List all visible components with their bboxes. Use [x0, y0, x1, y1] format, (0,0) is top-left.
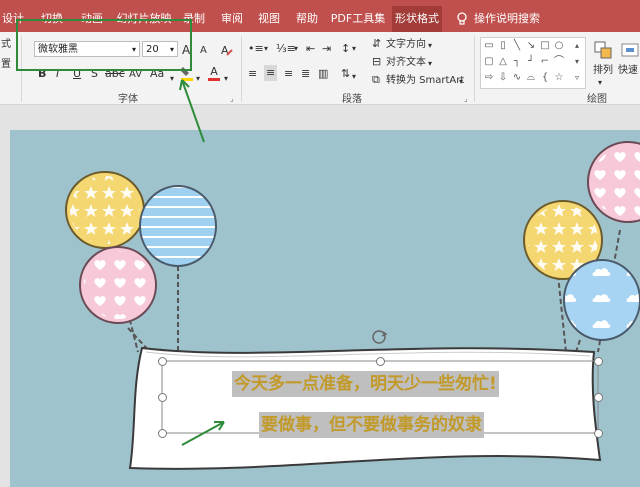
gallery-more-icon[interactable]: ▿ [571, 72, 583, 84]
slide-text-line1[interactable]: 今天多一点准备，明天少一些匆忙! [232, 371, 499, 397]
align-right-icon[interactable]: ≡ [284, 67, 293, 81]
elbow-connector-shape-icon[interactable]: ┐ [511, 56, 523, 68]
align-left-icon[interactable]: ≡ [248, 67, 257, 81]
resize-handle-bottom-left[interactable] [158, 429, 167, 438]
quick-styles-icon [620, 40, 640, 64]
left-stub-line2[interactable]: 置 [1, 58, 11, 72]
gallery-scroll-up-icon[interactable]: ▴ [571, 40, 583, 52]
tab-help[interactable]: 帮助 [291, 6, 323, 32]
resize-handle-right[interactable] [594, 393, 603, 402]
dialog-launcher-icon[interactable]: ⌟ [464, 92, 468, 106]
slide-text-line2[interactable]: 要做事，但不要做事务的奴隶 [259, 412, 484, 438]
elbow-arrow-shape-icon[interactable]: ┘ [525, 56, 537, 68]
chevron-down-icon: ▾ [294, 44, 299, 53]
increase-indent-icon[interactable]: ⇥ [322, 42, 331, 56]
arrange-icon [593, 40, 613, 64]
chevron-shape-icon[interactable]: ⌐ [539, 56, 551, 68]
left-stub-line1[interactable]: 式 [1, 38, 11, 52]
vertical-text-box-shape-icon[interactable]: ▯ [497, 40, 509, 52]
text-box-shape-icon[interactable]: ▭ [483, 40, 495, 52]
rectangle-shape-icon[interactable]: □ [539, 40, 551, 52]
arrange-button[interactable]: 排列 [593, 64, 613, 78]
right-arrow-shape-icon[interactable]: ⇨ [483, 72, 495, 84]
chevron-down-icon: ▾ [352, 44, 357, 53]
gallery-scroll-down-icon[interactable]: ▾ [571, 56, 583, 68]
blue-cloud-balloon-right [563, 259, 640, 341]
tab-shape-format[interactable]: 形状格式 [392, 6, 442, 32]
annotation-arrow-ribbon [179, 79, 205, 143]
align-text-button[interactable]: 对齐文本 [386, 56, 426, 70]
shrink-font-button[interactable]: A [200, 44, 207, 58]
pink-heart-balloon-right [587, 141, 640, 223]
rounded-rectangle-shape-icon[interactable]: ▢ [483, 56, 495, 68]
yellow-star-balloon-left [65, 171, 145, 249]
arrow-shape-icon[interactable]: ↘ [525, 40, 537, 52]
tab-review[interactable]: 审阅 [216, 6, 248, 32]
drawing-group-label: 绘图 [587, 94, 607, 105]
justify-icon[interactable]: ≣ [301, 67, 310, 81]
oval-shape-icon[interactable]: ○ [553, 40, 565, 52]
slide-canvas[interactable]: 今天多一点准备，明天少一些匆忙! 要做事，但不要做事务的奴隶 [10, 130, 640, 487]
ribbon: 式 置 微软雅黑 ▾ 20 ▾ A A A B I U S abc AV Aa ▾ … [0, 19, 640, 106]
triangle-shape-icon[interactable]: △ [497, 56, 509, 68]
pink-heart-balloon-left [79, 246, 157, 324]
paragraph-group-label: 段落 [342, 94, 362, 105]
brace-shape-icon[interactable]: { [539, 72, 551, 84]
quick-styles-button[interactable]: 快速 [618, 64, 638, 78]
chevron-down-icon: ▾ [428, 41, 433, 50]
smartart-icon: ⧉ [372, 73, 380, 86]
clear-formatting-icon[interactable]: A [220, 43, 234, 61]
text-direction-icon: ⇵ [372, 37, 382, 50]
down-arrow-shape-icon[interactable]: ⇩ [497, 72, 509, 84]
bullets-icon[interactable]: •≡ [248, 42, 264, 56]
align-center-icon[interactable]: ≡ [264, 65, 278, 81]
chevron-down-icon: ▾ [428, 59, 433, 68]
shapes-gallery[interactable]: ▭ ▯ ╲ ↘ □ ○ ▢ △ ┐ ┘ ⌐ ⌒ ⇨ ⇩ ∿ ⌓ { ☆ ▴ ▾ … [480, 37, 586, 89]
dialog-launcher-icon[interactable]: ⌟ [230, 92, 234, 106]
columns-icon[interactable]: ▥ [318, 67, 328, 81]
lightbulb-icon [452, 6, 472, 32]
resize-handle-top[interactable] [376, 357, 385, 366]
rotate-handle-icon[interactable] [372, 330, 388, 344]
blue-stripe-balloon-left [139, 185, 217, 267]
divider [474, 36, 475, 102]
banner-shape [128, 346, 602, 470]
resize-handle-left[interactable] [158, 393, 167, 402]
text-direction-button[interactable]: 文字方向 [386, 38, 426, 52]
tab-view[interactable]: 视图 [253, 6, 285, 32]
chevron-down-icon: ▾ [264, 44, 269, 53]
align-text-icon: ⊟ [372, 55, 382, 68]
tab-pdf-tools[interactable]: PDF工具集 [330, 6, 386, 32]
star-shape-icon[interactable]: ☆ [553, 72, 565, 84]
resize-handle-top-left[interactable] [158, 357, 167, 366]
decrease-indent-icon[interactable]: ⇤ [306, 42, 315, 56]
chevron-down-icon: ▾ [459, 77, 464, 86]
font-group-label: 字体 [118, 94, 138, 105]
numbering-icon[interactable]: ⅓≡ [276, 42, 296, 56]
highlight-box [16, 19, 192, 71]
line-spacing-icon[interactable]: ↕ [341, 42, 350, 56]
chevron-down-icon: ▾ [598, 78, 603, 87]
search-tell-me[interactable]: 操作说明搜索 [474, 6, 540, 32]
line-shape-icon[interactable]: ╲ [511, 40, 523, 52]
divider [241, 36, 242, 102]
resize-handle-bottom-right[interactable] [594, 429, 603, 438]
curve-shape-icon[interactable]: ⌒ [553, 56, 565, 68]
paragraph-spacing-icon[interactable]: ⇅ [341, 67, 350, 81]
arc-shape-icon[interactable]: ⌓ [525, 72, 537, 84]
resize-handle-top-right[interactable] [594, 357, 603, 366]
connector-shape-icon[interactable]: ∿ [511, 72, 523, 84]
chevron-down-icon: ▾ [224, 74, 229, 83]
convert-smartart-button[interactable]: 转换为 SmartArt [386, 74, 464, 88]
chevron-down-icon: ▾ [352, 72, 357, 81]
